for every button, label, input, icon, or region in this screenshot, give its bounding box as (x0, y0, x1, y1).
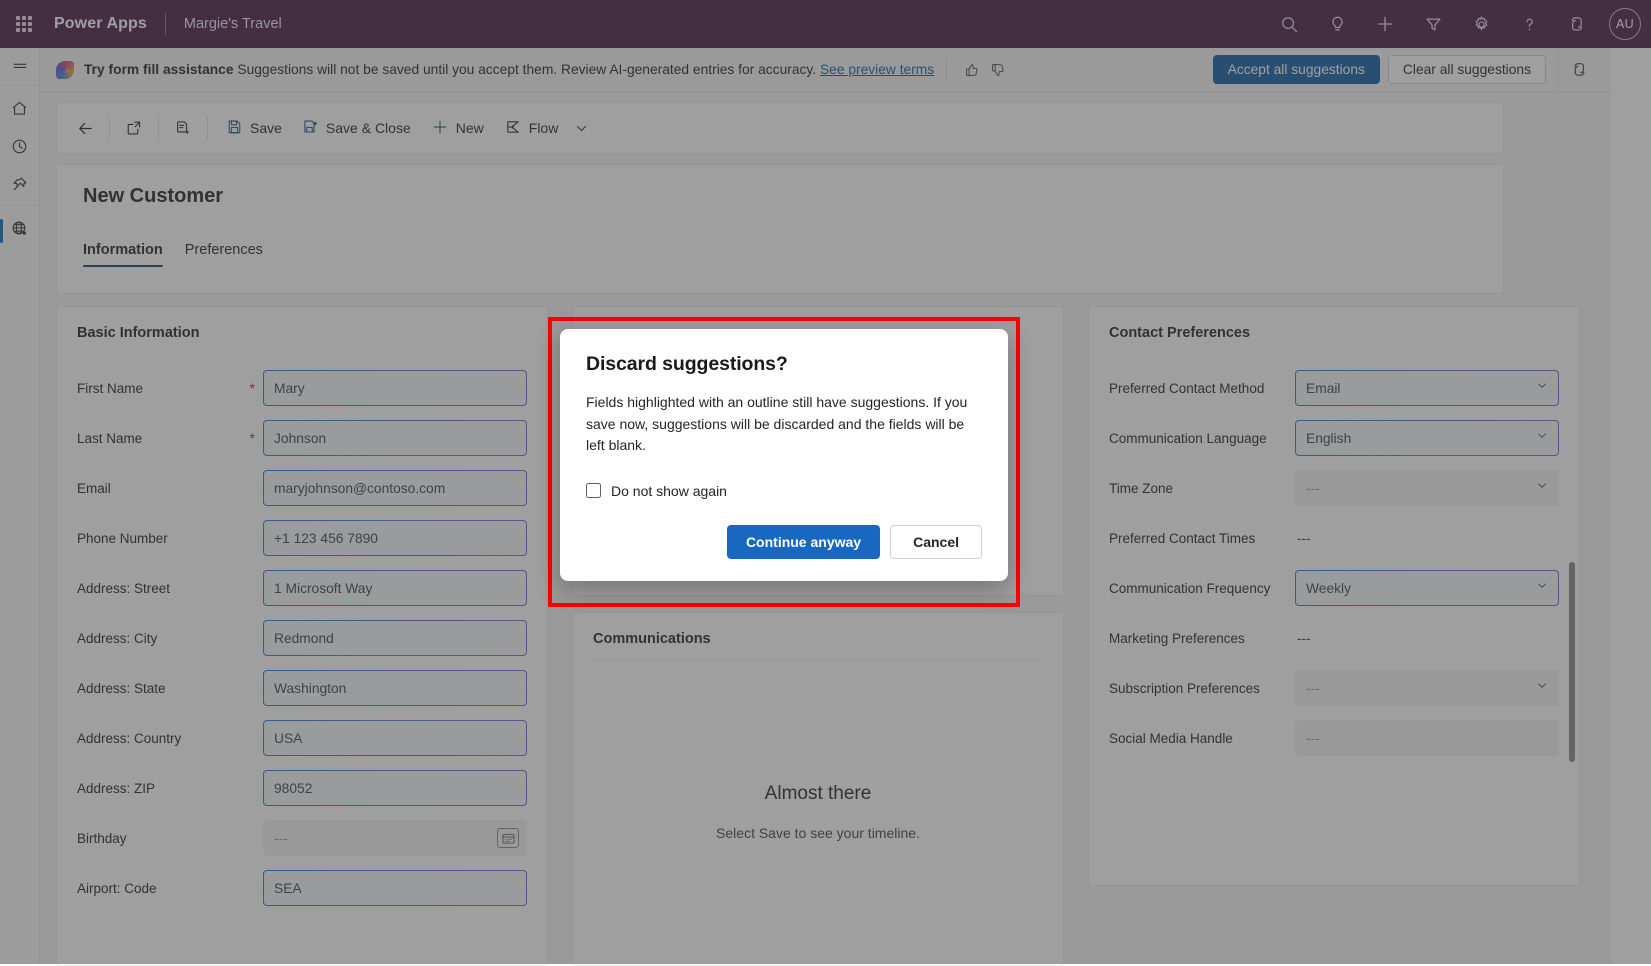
discard-suggestions-dialog: Discard suggestions? Fields highlighted … (560, 329, 1008, 581)
do-not-show-again-checkbox[interactable]: Do not show again (586, 483, 982, 499)
app-root: Power Apps Margie's Travel (0, 0, 1651, 964)
dialog-title: Discard suggestions? (586, 353, 982, 376)
checkbox-icon (586, 483, 601, 498)
dialog-actions: Continue anyway Cancel (586, 525, 982, 559)
cancel-button[interactable]: Cancel (890, 525, 982, 559)
checkbox-label: Do not show again (611, 483, 727, 499)
dialog-body-text: Fields highlighted with an outline still… (586, 392, 982, 457)
continue-anyway-button[interactable]: Continue anyway (727, 525, 880, 559)
